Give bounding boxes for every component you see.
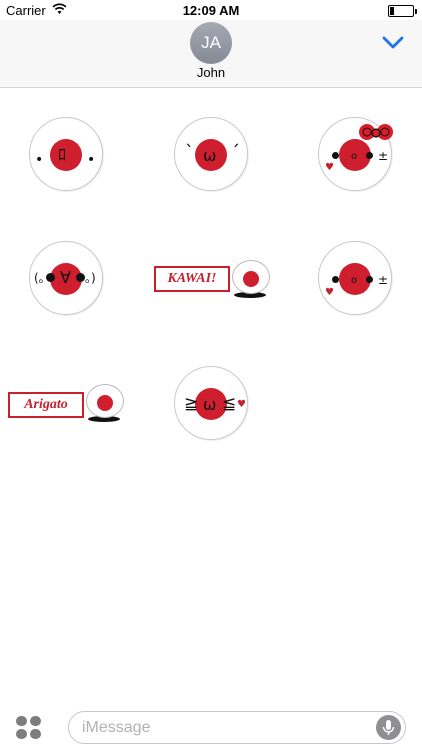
battery-level — [390, 7, 394, 15]
face-right: ≦ — [222, 394, 237, 414]
face-right-eye: • — [87, 152, 96, 168]
compose-bar: iMessage — [0, 700, 422, 750]
face-pm: ± — [378, 273, 389, 287]
status-bar: Carrier 12:09 AM — [0, 0, 422, 22]
chevron-down-icon[interactable] — [382, 36, 404, 50]
kawai-label: KAWAI! — [154, 266, 230, 292]
face-right-brow: ˊ — [231, 142, 240, 163]
left-eye — [332, 276, 339, 283]
sticker-kawai[interactable]: KAWAI! — [152, 258, 276, 302]
contact-name[interactable]: John — [0, 65, 422, 80]
sticker-face-1[interactable]: • ﾛ • — [29, 117, 105, 193]
left-eye — [46, 273, 55, 282]
heart-icon: ♥ — [325, 162, 334, 173]
microphone-icon[interactable] — [376, 715, 401, 740]
message-input[interactable]: iMessage — [68, 711, 406, 744]
sticker-arigato[interactable]: Arigato — [6, 382, 130, 426]
message-placeholder: iMessage — [82, 719, 151, 736]
face-left-eye: • — [35, 152, 44, 168]
status-time: 12:09 AM — [182, 3, 240, 18]
face-mouth: ∀ — [60, 268, 71, 287]
right-eye — [366, 276, 373, 283]
conversation-header: JA John — [0, 20, 422, 88]
face-left: (｡ — [34, 271, 45, 285]
heart-icon: ♥ — [325, 287, 334, 298]
sticker-face-8[interactable]: ≧ ω ≦ ♥ — [174, 366, 250, 442]
face-mouth: ω — [203, 395, 217, 414]
face-mouth: ﾛ — [58, 145, 67, 164]
mini-red-dot — [243, 271, 259, 287]
sticker-face-6[interactable]: ο ± ♥ — [318, 241, 394, 317]
right-eye — [366, 152, 373, 159]
left-eye — [332, 152, 339, 159]
sticker-face-4[interactable]: (｡ ∀ ｡) — [29, 241, 105, 317]
face-left: ≧ — [184, 394, 199, 414]
heart-icon: ♥ — [237, 399, 246, 410]
face-mouth: ο — [351, 275, 358, 286]
bow-icon — [359, 124, 393, 140]
face-left-brow: ˋ — [185, 142, 194, 163]
right-eye — [76, 273, 85, 282]
app-drawer-icon[interactable] — [16, 716, 42, 740]
face-pm: ± — [378, 149, 389, 163]
face-right: ｡) — [85, 271, 96, 285]
sticker-face-3[interactable]: ο ± ♥ — [318, 117, 394, 193]
battery-icon — [388, 5, 417, 17]
arigato-label: Arigato — [8, 392, 84, 418]
avatar[interactable]: JA — [190, 22, 232, 64]
face-mouth: ω — [203, 146, 217, 165]
face-mouth: ο — [351, 151, 358, 162]
mini-red-dot — [97, 395, 113, 411]
sticker-face-2[interactable]: ˋ ω ˊ — [174, 117, 250, 193]
